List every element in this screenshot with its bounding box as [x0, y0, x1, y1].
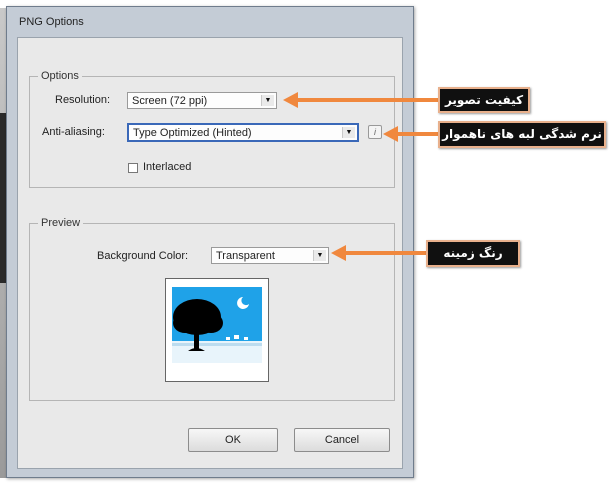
interlaced-checkbox[interactable] — [128, 163, 138, 173]
chevron-down-icon: ▼ — [261, 95, 274, 106]
dialog-title: PNG Options — [19, 16, 84, 28]
resolution-value: Screen (72 ppi) — [132, 95, 208, 107]
interlaced-label[interactable]: Interlaced — [143, 161, 191, 173]
options-legend: Options — [41, 70, 79, 82]
callout-anti-aliasing: نرم شدگی لبه های ناهموار — [438, 121, 606, 148]
background-color-dropdown[interactable]: Transparent ▼ — [211, 247, 329, 264]
title-bar[interactable]: PNG Options — [7, 7, 413, 37]
dialog-body: Options Resolution: Screen (72 ppi) ▼ An… — [17, 37, 403, 469]
cancel-button[interactable]: Cancel — [294, 428, 390, 452]
preview-artwork — [172, 287, 262, 363]
anti-aliasing-label: Anti-aliasing: — [42, 126, 105, 138]
chevron-down-icon: ▼ — [342, 127, 355, 138]
background-color-value: Transparent — [216, 250, 275, 262]
background-color-label: Background Color: — [97, 250, 189, 262]
info-icon[interactable]: i — [368, 125, 382, 139]
resolution-dropdown[interactable]: Screen (72 ppi) ▼ — [127, 92, 277, 109]
callout-resolution: کیفیت تصویر — [438, 87, 530, 113]
anti-aliasing-value: Type Optimized (Hinted) — [133, 127, 252, 139]
resolution-label: Resolution: — [55, 94, 111, 106]
png-options-dialog: PNG Options Options Resolution: Screen (… — [6, 6, 414, 478]
anti-aliasing-dropdown[interactable]: Type Optimized (Hinted) ▼ — [127, 123, 359, 142]
preview-legend: Preview — [41, 217, 81, 229]
preview-image — [165, 278, 269, 382]
callout-background: رنگ زمینه — [426, 240, 520, 267]
chevron-down-icon: ▼ — [313, 250, 326, 261]
ok-button[interactable]: OK — [188, 428, 278, 452]
